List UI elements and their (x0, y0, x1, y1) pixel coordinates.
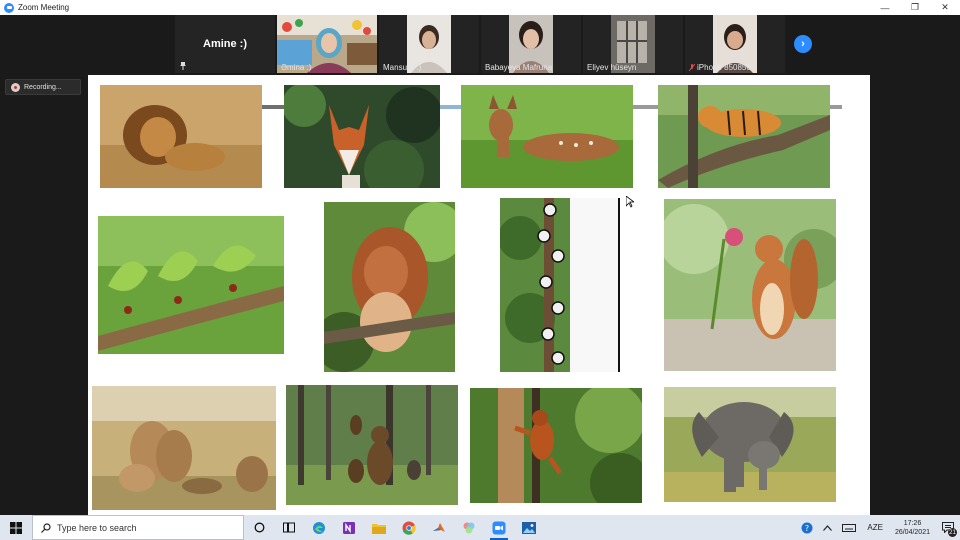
task-view-button[interactable] (274, 515, 304, 540)
participant-tile[interactable]: iPhone 850850 (685, 15, 785, 73)
pin-icon[interactable] (180, 62, 186, 70)
onenote-icon (343, 521, 355, 534)
chevron-right-icon: › (801, 38, 805, 50)
chevron-up-icon[interactable] (823, 524, 833, 531)
recording-icon (11, 82, 20, 92)
photo-pandas (500, 198, 620, 372)
zoom-window: Zoom Meeting — ❐ ✕ Amine :) Əmina:) Man… (0, 0, 960, 540)
help-icon[interactable]: ? (801, 522, 813, 534)
divider-line (828, 105, 842, 109)
svg-text:?: ? (805, 524, 809, 533)
close-icon[interactable]: ✕ (930, 0, 960, 15)
participant-name: Babayeva Mafruna (485, 63, 553, 72)
taskbar-app-matlab[interactable] (424, 515, 454, 540)
participant-name: Mansura :) (383, 63, 422, 72)
notification-count: 21 (948, 528, 957, 537)
photo-bears (286, 385, 458, 505)
paint3d-icon (463, 522, 475, 533)
edge-icon (313, 521, 325, 534)
title-bar: Zoom Meeting — ❐ ✕ (0, 0, 960, 15)
recording-indicator[interactable]: Recording... (5, 79, 81, 95)
shared-screen (88, 75, 870, 515)
folder-icon (372, 523, 386, 534)
participant-tile[interactable]: Eliyev hüseyn (583, 15, 683, 73)
divider-line (632, 105, 658, 109)
mouse-cursor-icon (626, 196, 634, 208)
minimize-icon[interactable]: — (870, 0, 900, 15)
taskbar-app-photos[interactable] (514, 515, 544, 540)
active-speaker-tile[interactable]: Amine :) (175, 15, 275, 73)
clock-time: 17:26 (903, 519, 922, 527)
photo-squirrel-eating (324, 202, 455, 372)
photos-icon (522, 521, 536, 534)
window-controls: — ❐ ✕ (870, 0, 960, 15)
chrome-icon (402, 521, 416, 535)
window-title: Zoom Meeting (18, 3, 70, 12)
photo-orangutan (470, 388, 642, 503)
next-page-button[interactable]: › (794, 35, 812, 53)
photo-fawn (461, 85, 633, 188)
matlab-icon (433, 522, 445, 532)
photo-tiger (658, 85, 830, 188)
participant-tile[interactable]: Mansura :) (379, 15, 479, 73)
speaker-name: Amine :) (203, 38, 247, 50)
participant-name: iPhone 850850 (697, 63, 751, 72)
participant-strip: Amine :) Əmina :) Mansura:) Babayeva Ma… (175, 15, 835, 75)
mic-muted-icon (689, 64, 695, 71)
keyboard-icon[interactable] (842, 523, 857, 532)
taskbar-app-edge[interactable] (304, 515, 334, 540)
recording-label: Recording... (24, 83, 62, 91)
taskbar-app-onenote[interactable] (334, 515, 364, 540)
input-language[interactable]: AZE (867, 523, 883, 532)
participant-name: Əmina :) (281, 63, 312, 72)
photo-ants (98, 216, 284, 354)
participant-tile[interactable]: Babayeva Mafruna (481, 15, 581, 73)
zoom-app-icon (492, 521, 506, 534)
clock-date: 26/04/2021 (894, 528, 930, 536)
windows-logo-icon (10, 521, 22, 534)
meeting-area: Amine :) Əmina :) Mansura:) Babayeva Ma… (0, 15, 960, 515)
cortana-button[interactable] (244, 515, 274, 540)
cortana-icon (254, 522, 264, 533)
search-placeholder: Type here to search (57, 522, 137, 533)
participant-tile[interactable]: Əmina :) (277, 15, 377, 73)
system-tray: ? AZE 17:26 26/04/2021 21 (796, 515, 960, 540)
search-icon (41, 522, 51, 533)
windows-taskbar: Type here to search ? AZE 17:26 26/04/20… (0, 515, 960, 540)
task-view-icon (283, 522, 295, 533)
start-button[interactable] (0, 515, 32, 540)
taskbar-app-chrome[interactable] (394, 515, 424, 540)
photo-lion-cubs (92, 386, 276, 510)
taskbar-clock[interactable]: 17:26 26/04/2021 (895, 519, 930, 537)
photo-lion (100, 85, 262, 188)
photo-elephants (664, 387, 836, 502)
photo-squirrel-flower (664, 199, 836, 371)
divider-line (258, 105, 286, 109)
restore-icon[interactable]: ❐ (900, 0, 930, 15)
taskbar-app-zoom[interactable] (484, 515, 514, 540)
participant-name: Eliyev hüseyn (587, 63, 637, 72)
action-center-button[interactable]: 21 (936, 515, 960, 540)
zoom-logo-icon (4, 2, 14, 13)
photo-fox (284, 85, 440, 188)
taskbar-search[interactable]: Type here to search (32, 515, 244, 540)
taskbar-app-paint3d[interactable] (454, 515, 484, 540)
taskbar-app-explorer[interactable] (364, 515, 394, 540)
